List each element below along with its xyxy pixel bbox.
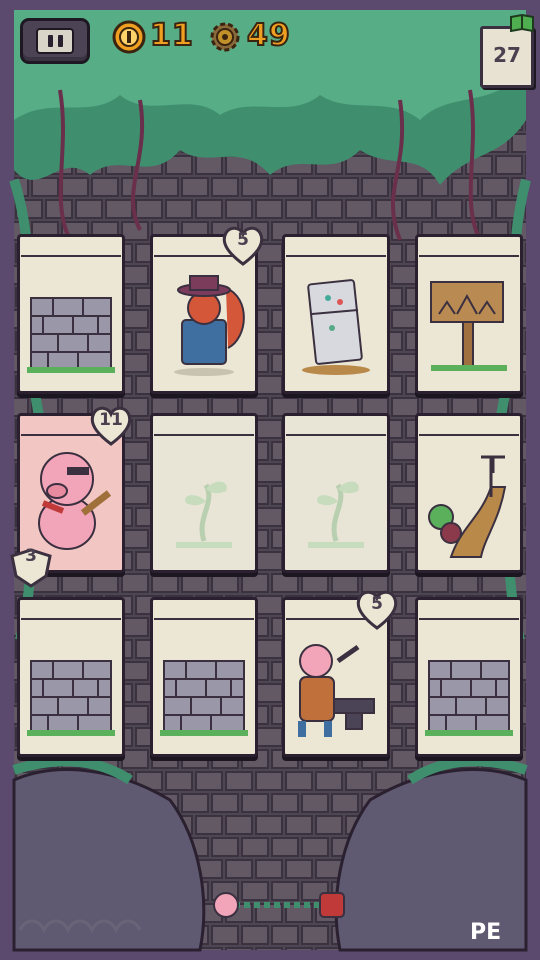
gear-icon bbox=[210, 22, 240, 52]
coin-icon bbox=[112, 20, 146, 54]
journal-count: 27 bbox=[493, 43, 521, 67]
stone-wall-card[interactable] bbox=[17, 234, 125, 394]
signpost-art bbox=[430, 281, 507, 371]
pig-armor: 3 bbox=[25, 546, 37, 566]
pig-health: 11 bbox=[99, 410, 123, 430]
coin-count: 11 bbox=[149, 17, 194, 54]
pig-blacksmith-art bbox=[298, 644, 375, 737]
village-signpost-card[interactable] bbox=[415, 234, 523, 394]
pause-button[interactable] bbox=[20, 18, 90, 64]
stone-wall-art bbox=[160, 660, 248, 736]
stone-wall-card[interactable] bbox=[415, 597, 523, 757]
gallows-path-art bbox=[428, 455, 507, 558]
sprout-card[interactable] bbox=[150, 413, 258, 573]
stone-wall-art bbox=[27, 297, 115, 373]
sprout-art bbox=[308, 481, 364, 548]
stone-wall-art bbox=[27, 660, 115, 736]
stone-wall-art bbox=[425, 660, 513, 736]
sprout-art bbox=[176, 481, 232, 548]
sprout-card[interactable] bbox=[282, 413, 390, 573]
blacksmith-health: 5 bbox=[371, 594, 383, 614]
stone-wall-card[interactable] bbox=[150, 597, 258, 757]
skull-icon bbox=[318, 890, 350, 920]
stone-wall-card[interactable] bbox=[17, 597, 125, 757]
book-icon bbox=[510, 14, 534, 32]
squirrel-detective-art bbox=[174, 275, 245, 376]
fridge-card[interactable] bbox=[282, 234, 390, 394]
gallows-path-card[interactable] bbox=[415, 413, 523, 573]
pig-hero-art bbox=[38, 452, 112, 550]
pig-face-icon bbox=[210, 890, 242, 920]
watermark-badge: PE bbox=[470, 920, 502, 945]
pause-icon bbox=[36, 28, 74, 54]
squirrel-health: 5 bbox=[237, 230, 249, 250]
gear-count: 49 bbox=[246, 17, 291, 54]
fridge-art bbox=[302, 279, 370, 375]
journal-button[interactable]: 27 bbox=[480, 26, 534, 88]
